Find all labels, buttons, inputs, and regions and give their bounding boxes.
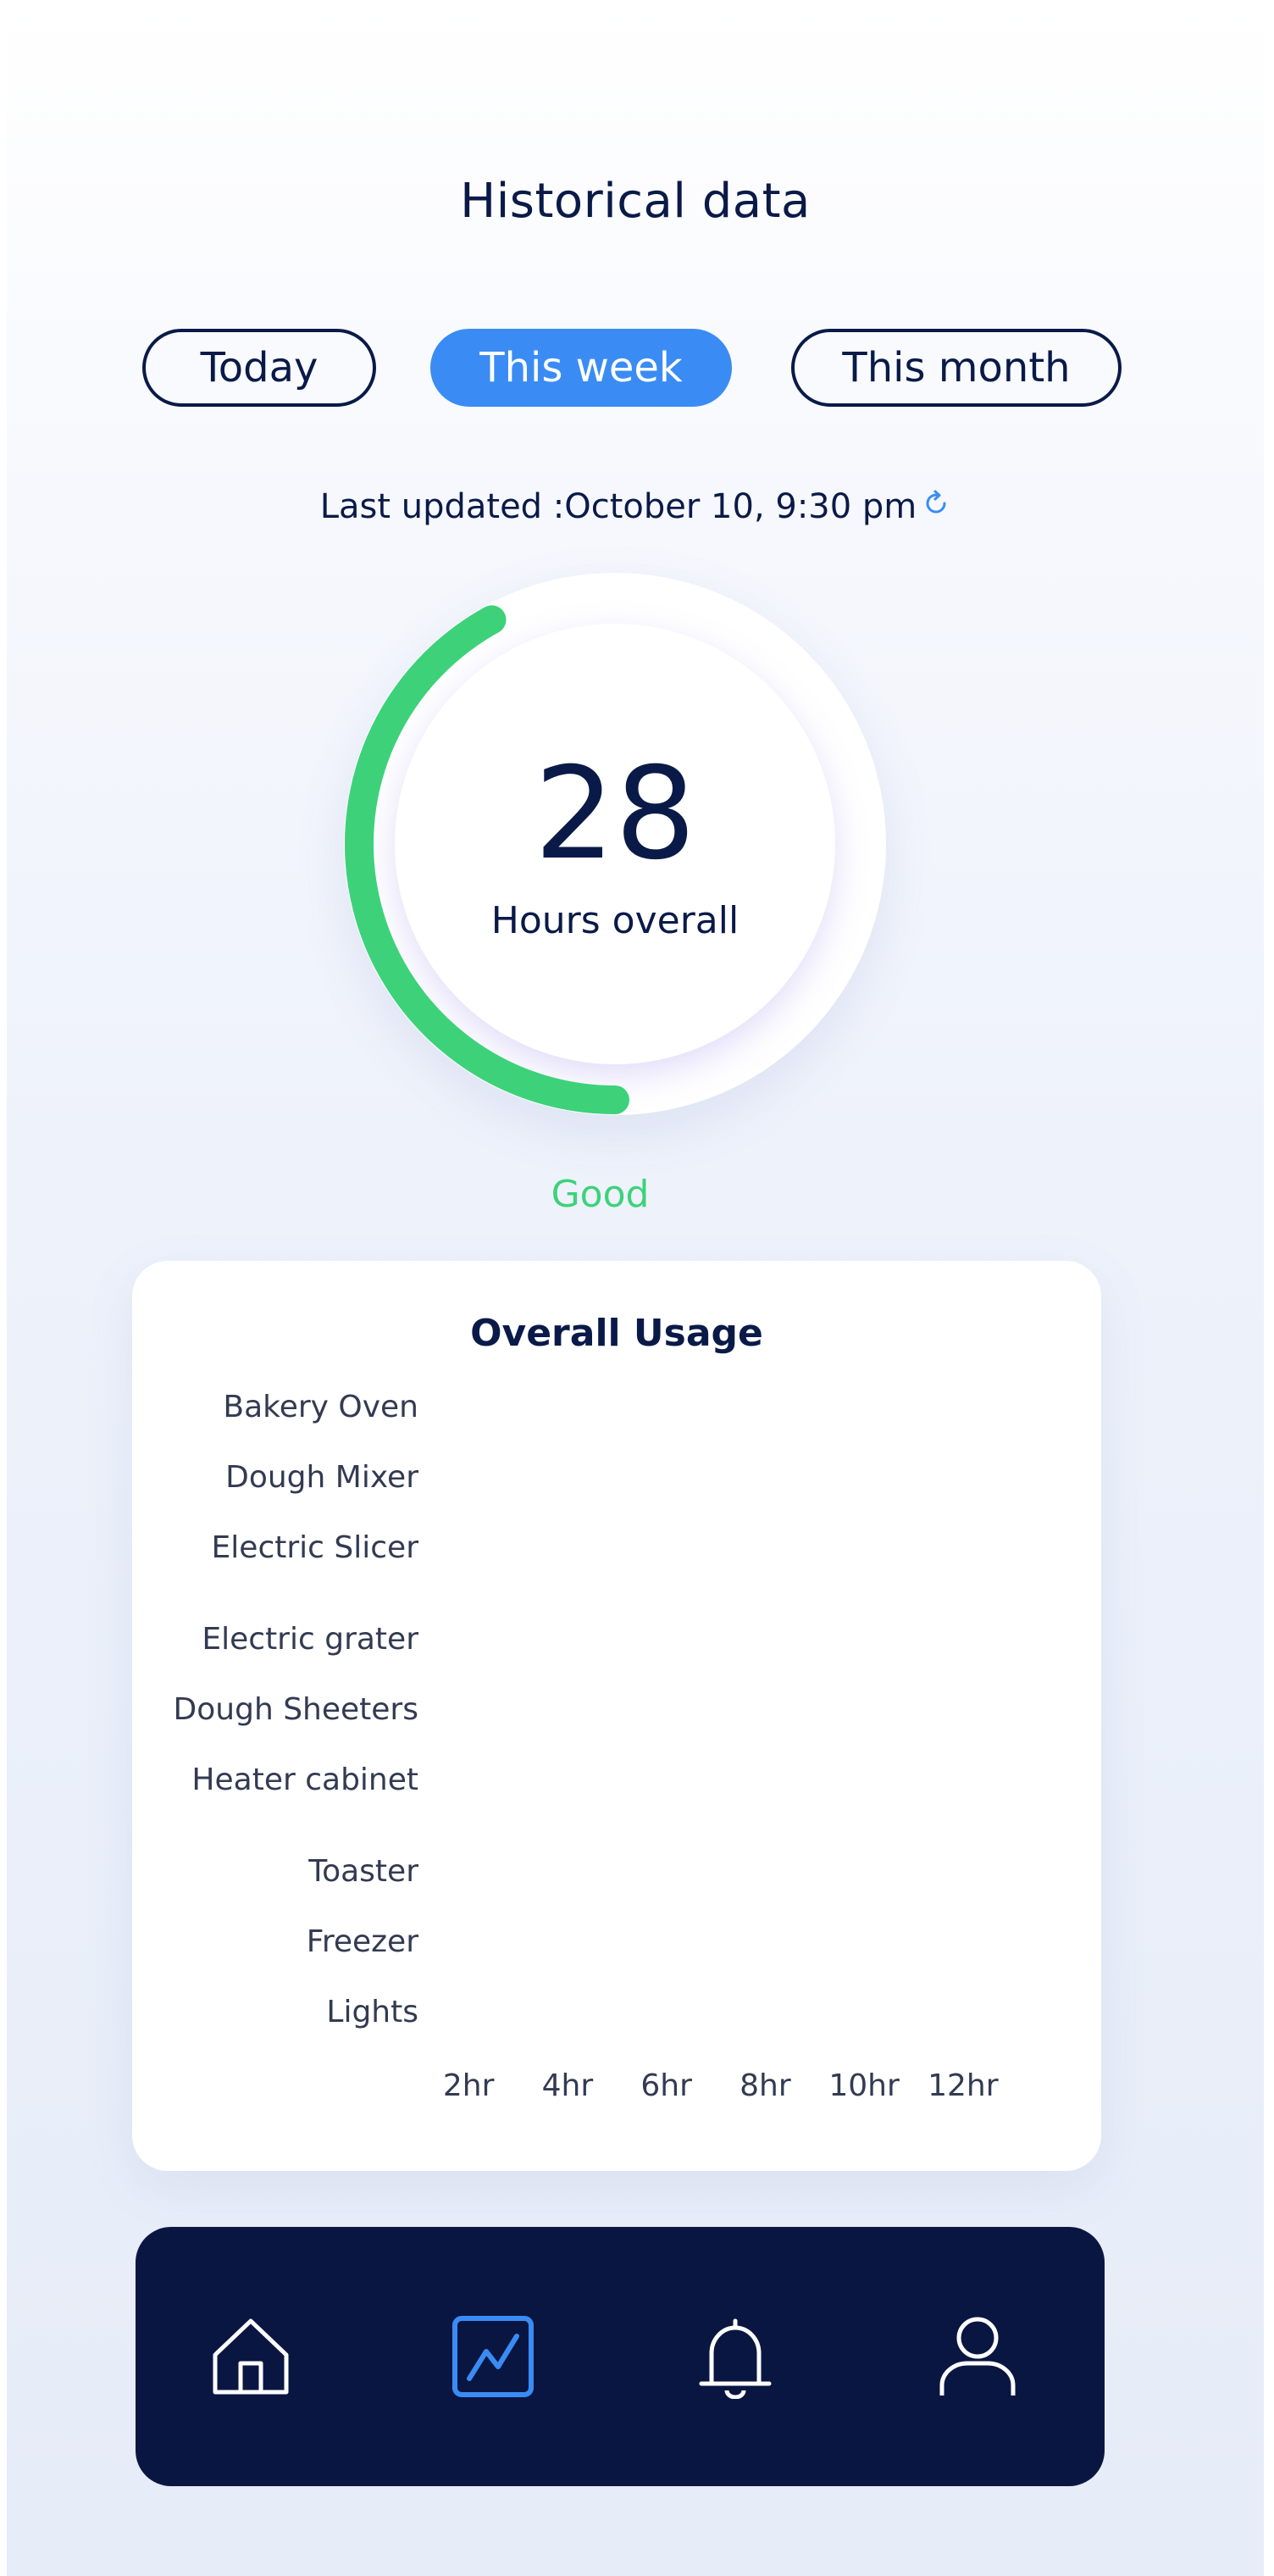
tab-this-week[interactable]: This week [430, 329, 732, 407]
hours-gauge: 28 Hours overall [344, 573, 886, 1115]
nav-notifications[interactable] [693, 2314, 778, 2399]
user-icon [939, 2317, 1016, 2396]
usage-bar-chart: Bakery Oven Dough Mixer Electric Slicer Ele… [174, 1390, 999, 2103]
category-label: Electric grater [202, 1622, 418, 1657]
tab-this-month[interactable]: This month [791, 329, 1122, 407]
gauge-label: Hours overall [490, 899, 739, 942]
nav-statistics[interactable] [451, 2314, 535, 2399]
page-title: Historical data [460, 174, 811, 229]
bell-icon [699, 2318, 772, 2399]
x-tick-label: 12hr [928, 2068, 999, 2103]
category-label: Freezer [307, 1924, 418, 1959]
nav-home[interactable] [208, 2314, 293, 2399]
category-label: Toaster [307, 1854, 418, 1889]
last-updated-text: Last updated :October 10, 9:30 pm [319, 487, 917, 526]
category-label: Dough Sheeters [174, 1692, 418, 1727]
tab-today[interactable]: Today [142, 329, 376, 407]
home-icon [213, 2318, 289, 2395]
last-updated-row: Last updated :October 10, 9:30 pm [7, 487, 1264, 526]
nav-profile[interactable] [935, 2314, 1020, 2399]
category-label: Dough Mixer [225, 1460, 418, 1495]
chart-icon [452, 2316, 534, 2397]
x-tick-label: 4hr [542, 2068, 594, 2103]
refresh-icon[interactable] [922, 487, 950, 526]
bottom-nav [136, 2227, 1105, 2486]
x-tick-label: 10hr [828, 2068, 900, 2103]
category-label: Heater cabinet [191, 1763, 418, 1797]
x-tick-label: 2hr [443, 2068, 495, 2103]
usage-card: Overall Usage Bakery Oven Dough Mixer Elec… [132, 1261, 1101, 2171]
gauge-value: 28 [534, 741, 696, 888]
x-tick-label: 8hr [739, 2068, 791, 2103]
app-screen: Historical data Today This week This mon… [7, 0, 1264, 2576]
category-label: Electric Slicer [212, 1530, 419, 1565]
category-label: Bakery Oven [223, 1390, 418, 1424]
category-label: Lights [326, 1995, 418, 2029]
x-tick-label: 6hr [640, 2068, 692, 2103]
status-text: Good [551, 1173, 650, 1216]
